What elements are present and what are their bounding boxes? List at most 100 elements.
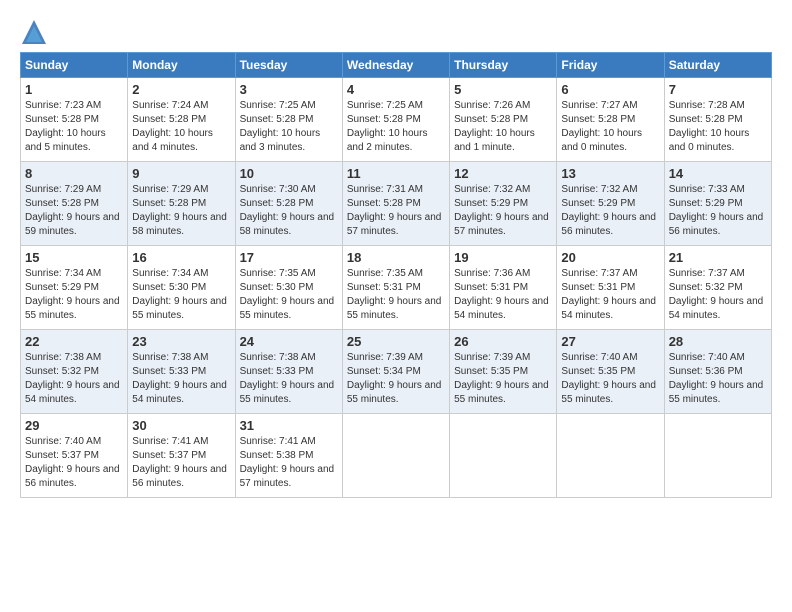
day-number: 15 — [25, 250, 123, 265]
calendar-header-row: SundayMondayTuesdayWednesdayThursdayFrid… — [21, 53, 772, 78]
day-number: 24 — [240, 334, 338, 349]
day-info: Sunrise: 7:29 AMSunset: 5:28 PMDaylight:… — [132, 183, 230, 239]
day-info: Sunrise: 7:38 AMSunset: 5:32 PMDaylight:… — [25, 351, 123, 407]
calendar-day-cell: 28Sunrise: 7:40 AMSunset: 5:36 PMDayligh… — [664, 330, 771, 414]
day-number: 14 — [669, 166, 767, 181]
day-info: Sunrise: 7:33 AMSunset: 5:29 PMDaylight:… — [669, 183, 767, 239]
day-info: Sunrise: 7:27 AMSunset: 5:28 PMDaylight:… — [561, 99, 659, 155]
day-number: 25 — [347, 334, 445, 349]
calendar-header-sunday: Sunday — [21, 53, 128, 78]
day-info: Sunrise: 7:35 AMSunset: 5:31 PMDaylight:… — [347, 267, 445, 323]
calendar-day-cell: 6 Sunrise: 7:27 AMSunset: 5:28 PMDaylight… — [557, 78, 664, 162]
calendar-day-cell: 19 Sunrise: 7:36 AMSunset: 5:31 PMDayligh… — [450, 246, 557, 330]
calendar-day-cell: 22 Sunrise: 7:38 AMSunset: 5:32 PMDayligh… — [21, 330, 128, 414]
day-info: Sunrise: 7:40 AMSunset: 5:37 PMDaylight:… — [25, 435, 123, 491]
day-number: 16 — [132, 250, 230, 265]
calendar-day-cell: 18 Sunrise: 7:35 AMSunset: 5:31 PMDayligh… — [342, 246, 449, 330]
day-info: Sunrise: 7:38 AMSunset: 5:33 PMDaylight:… — [132, 351, 230, 407]
day-number: 22 — [25, 334, 123, 349]
calendar-week-row: 1 Sunrise: 7:23 AMSunset: 5:28 PMDaylight… — [21, 78, 772, 162]
day-number: 26 — [454, 334, 552, 349]
day-info: Sunrise: 7:39 AMSunset: 5:34 PMDaylight:… — [347, 351, 445, 407]
calendar-day-cell: 26 Sunrise: 7:39 AMSunset: 5:35 PMDayligh… — [450, 330, 557, 414]
day-number: 18 — [347, 250, 445, 265]
calendar-day-cell: 16 Sunrise: 7:34 AMSunset: 5:30 PMDayligh… — [128, 246, 235, 330]
calendar: SundayMondayTuesdayWednesdayThursdayFrid… — [20, 52, 772, 498]
day-info: Sunrise: 7:41 AMSunset: 5:37 PMDaylight:… — [132, 435, 230, 491]
day-info: Sunrise: 7:36 AMSunset: 5:31 PMDaylight:… — [454, 267, 552, 323]
day-info: Sunrise: 7:37 AMSunset: 5:32 PMDaylight:… — [669, 267, 767, 323]
day-info: Sunrise: 7:40 AMSunset: 5:36 PMDaylight:… — [669, 351, 767, 407]
calendar-day-cell: 7 Sunrise: 7:28 AMSunset: 5:28 PMDaylight… — [664, 78, 771, 162]
day-info: Sunrise: 7:28 AMSunset: 5:28 PMDaylight:… — [669, 99, 767, 155]
day-info: Sunrise: 7:39 AMSunset: 5:35 PMDaylight:… — [454, 351, 552, 407]
calendar-day-cell: 8Sunrise: 7:29 AMSunset: 5:28 PMDaylight… — [21, 162, 128, 246]
day-number: 10 — [240, 166, 338, 181]
day-info: Sunrise: 7:32 AMSunset: 5:29 PMDaylight:… — [561, 183, 659, 239]
day-number: 2 — [132, 82, 230, 97]
day-number: 7 — [669, 82, 767, 97]
day-info: Sunrise: 7:25 AMSunset: 5:28 PMDaylight:… — [347, 99, 445, 155]
calendar-week-row: 29Sunrise: 7:40 AMSunset: 5:37 PMDayligh… — [21, 414, 772, 498]
calendar-day-cell: 2Sunrise: 7:24 AMSunset: 5:28 PMDaylight… — [128, 78, 235, 162]
day-info: Sunrise: 7:32 AMSunset: 5:29 PMDaylight:… — [454, 183, 552, 239]
day-number: 9 — [132, 166, 230, 181]
logo-icon — [20, 18, 48, 46]
calendar-week-row: 22 Sunrise: 7:38 AMSunset: 5:32 PMDayligh… — [21, 330, 772, 414]
page: SundayMondayTuesdayWednesdayThursdayFrid… — [0, 0, 792, 612]
day-number: 1 — [25, 82, 123, 97]
calendar-day-cell — [450, 414, 557, 498]
day-info: Sunrise: 7:25 AMSunset: 5:28 PMDaylight:… — [240, 99, 338, 155]
calendar-day-cell: 5 Sunrise: 7:26 AMSunset: 5:28 PMDaylight… — [450, 78, 557, 162]
day-number: 13 — [561, 166, 659, 181]
calendar-day-cell: 21 Sunrise: 7:37 AMSunset: 5:32 PMDayligh… — [664, 246, 771, 330]
calendar-day-cell: 1 Sunrise: 7:23 AMSunset: 5:28 PMDaylight… — [21, 78, 128, 162]
calendar-day-cell: 24 Sunrise: 7:38 AMSunset: 5:33 PMDayligh… — [235, 330, 342, 414]
day-number: 23 — [132, 334, 230, 349]
day-number: 21 — [669, 250, 767, 265]
day-info: Sunrise: 7:26 AMSunset: 5:28 PMDaylight:… — [454, 99, 552, 155]
day-info: Sunrise: 7:23 AMSunset: 5:28 PMDaylight:… — [25, 99, 123, 155]
calendar-day-cell — [557, 414, 664, 498]
day-number: 3 — [240, 82, 338, 97]
calendar-day-cell: 30 Sunrise: 7:41 AMSunset: 5:37 PMDayligh… — [128, 414, 235, 498]
day-number: 6 — [561, 82, 659, 97]
calendar-day-cell: 29Sunrise: 7:40 AMSunset: 5:37 PMDayligh… — [21, 414, 128, 498]
calendar-week-row: 15 Sunrise: 7:34 AMSunset: 5:29 PMDayligh… — [21, 246, 772, 330]
day-number: 30 — [132, 418, 230, 433]
calendar-day-cell: 25 Sunrise: 7:39 AMSunset: 5:34 PMDayligh… — [342, 330, 449, 414]
calendar-day-cell: 11Sunrise: 7:31 AMSunset: 5:28 PMDayligh… — [342, 162, 449, 246]
calendar-day-cell: 31Sunrise: 7:41 AMSunset: 5:38 PMDayligh… — [235, 414, 342, 498]
day-info: Sunrise: 7:30 AMSunset: 5:28 PMDaylight:… — [240, 183, 338, 239]
calendar-header-thursday: Thursday — [450, 53, 557, 78]
calendar-day-cell: 23 Sunrise: 7:38 AMSunset: 5:33 PMDayligh… — [128, 330, 235, 414]
calendar-header-friday: Friday — [557, 53, 664, 78]
day-info: Sunrise: 7:31 AMSunset: 5:28 PMDaylight:… — [347, 183, 445, 239]
calendar-header-monday: Monday — [128, 53, 235, 78]
day-info: Sunrise: 7:34 AMSunset: 5:29 PMDaylight:… — [25, 267, 123, 323]
day-number: 20 — [561, 250, 659, 265]
day-info: Sunrise: 7:38 AMSunset: 5:33 PMDaylight:… — [240, 351, 338, 407]
calendar-day-cell: 9 Sunrise: 7:29 AMSunset: 5:28 PMDaylight… — [128, 162, 235, 246]
calendar-day-cell: 17Sunrise: 7:35 AMSunset: 5:30 PMDayligh… — [235, 246, 342, 330]
calendar-day-cell: 27 Sunrise: 7:40 AMSunset: 5:35 PMDayligh… — [557, 330, 664, 414]
calendar-day-cell: 13 Sunrise: 7:32 AMSunset: 5:29 PMDayligh… — [557, 162, 664, 246]
calendar-header-saturday: Saturday — [664, 53, 771, 78]
day-number: 17 — [240, 250, 338, 265]
day-number: 5 — [454, 82, 552, 97]
calendar-week-row: 8Sunrise: 7:29 AMSunset: 5:28 PMDaylight… — [21, 162, 772, 246]
day-number: 12 — [454, 166, 552, 181]
calendar-header-tuesday: Tuesday — [235, 53, 342, 78]
calendar-day-cell — [664, 414, 771, 498]
calendar-header-wednesday: Wednesday — [342, 53, 449, 78]
day-info: Sunrise: 7:41 AMSunset: 5:38 PMDaylight:… — [240, 435, 338, 491]
logo — [20, 18, 52, 46]
day-number: 19 — [454, 250, 552, 265]
day-number: 27 — [561, 334, 659, 349]
calendar-day-cell: 12 Sunrise: 7:32 AMSunset: 5:29 PMDayligh… — [450, 162, 557, 246]
day-info: Sunrise: 7:37 AMSunset: 5:31 PMDaylight:… — [561, 267, 659, 323]
calendar-day-cell: 15 Sunrise: 7:34 AMSunset: 5:29 PMDayligh… — [21, 246, 128, 330]
day-number: 4 — [347, 82, 445, 97]
day-info: Sunrise: 7:40 AMSunset: 5:35 PMDaylight:… — [561, 351, 659, 407]
day-info: Sunrise: 7:34 AMSunset: 5:30 PMDaylight:… — [132, 267, 230, 323]
